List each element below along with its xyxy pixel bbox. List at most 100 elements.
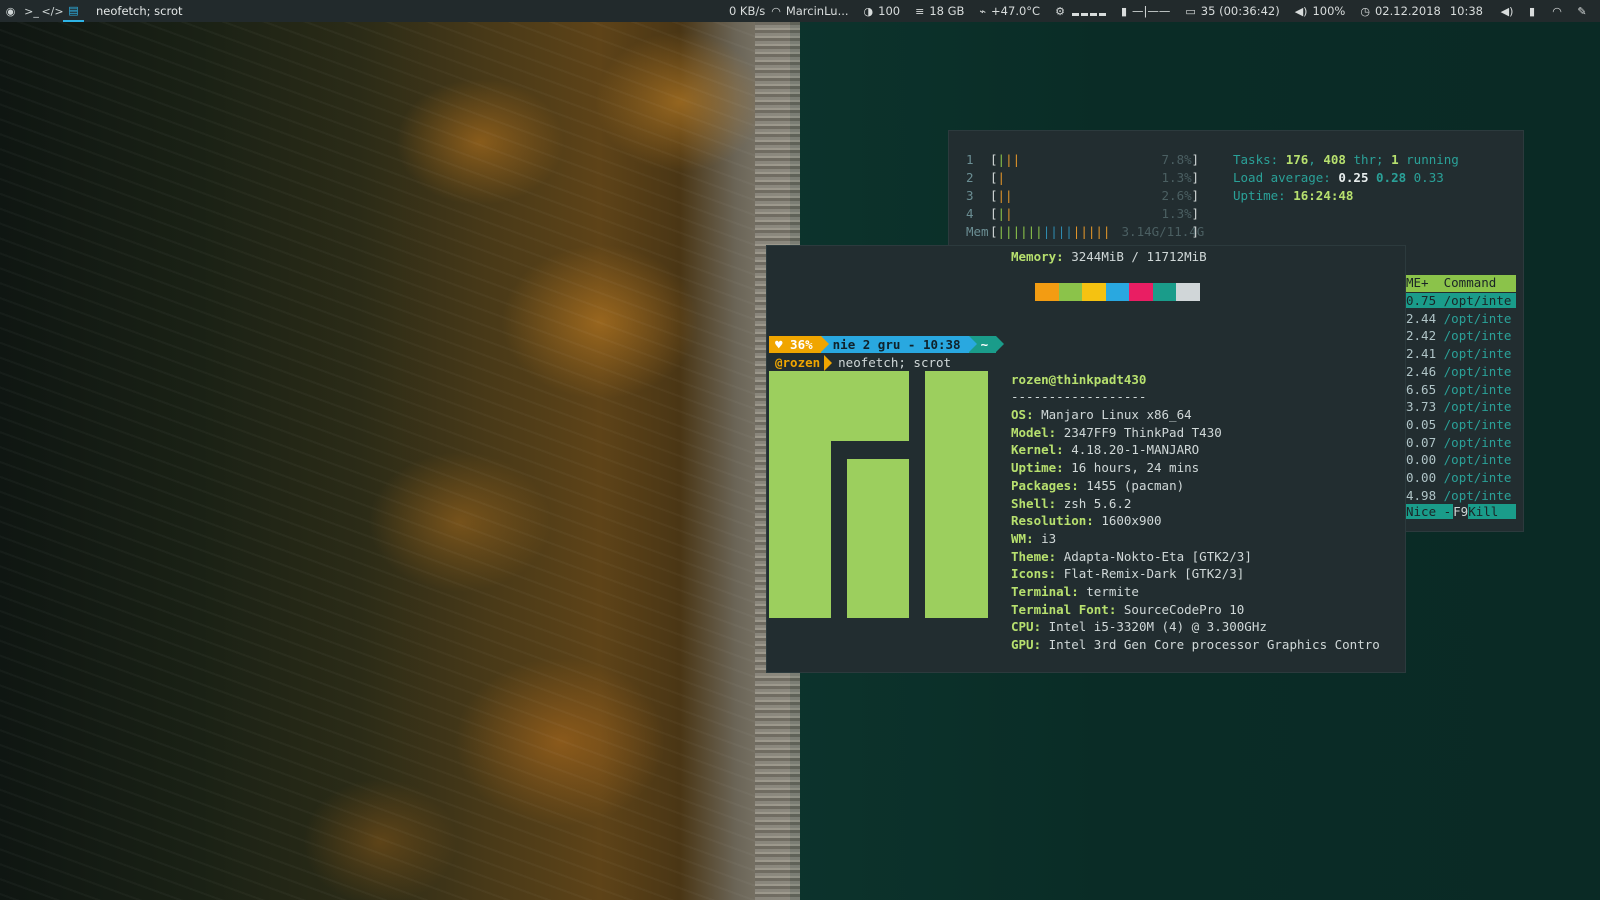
info-line: Icons: Flat-Remix-Dark [GTK2/3] [1011, 566, 1245, 582]
mem-value: 3.14G/11.4G [1121, 224, 1205, 239]
workspace-chrome[interactable]: ◉ [0, 0, 21, 22]
tray-network-icon[interactable]: ◠ [1550, 4, 1564, 18]
info-line: OS: Manjaro Linux x86_64 [1011, 407, 1192, 422]
process-row[interactable]: 4.98 /opt/inte [1406, 488, 1516, 503]
info-label: Uptime [1011, 460, 1057, 476]
logo-left-column [769, 441, 831, 618]
cpu-percent: 1.3% [1161, 170, 1192, 185]
load-line: Load average: 0.25 0.28 0.33 [1233, 170, 1444, 185]
running-label: running [1406, 152, 1459, 167]
process-row[interactable]: 6.65 /opt/inte [1406, 382, 1516, 397]
workspace-document[interactable]: ▤ [63, 0, 84, 22]
process-time: 2.44 [1406, 310, 1437, 326]
tray-volume-icon[interactable]: ◀) [1500, 4, 1514, 18]
info-label: Theme [1011, 548, 1049, 564]
command-line[interactable]: @rozen neofetch; scrot [769, 354, 951, 371]
workspace-terminal[interactable]: >_ [21, 0, 42, 22]
meter-segment: || [1005, 152, 1021, 167]
info-line: Terminal: termite [1011, 584, 1139, 599]
info-value: 4.18.20-1-MANJARO [1071, 442, 1200, 458]
process-row[interactable]: 2.41 /opt/inte [1406, 346, 1516, 361]
process-row[interactable]: 0.05 /opt/inte [1406, 417, 1516, 432]
process-time: 6.65 [1406, 381, 1437, 397]
threads-label: thr; [1353, 152, 1384, 167]
bracket-open: [ [990, 206, 998, 221]
battery-value: 35 (00:36:42) [1200, 4, 1280, 18]
palette-swatch [1152, 283, 1176, 301]
brightness-block[interactable]: ◑ 100 [864, 4, 901, 18]
process-row[interactable]: 2.46 /opt/inte [1406, 364, 1516, 379]
shell-prompt: ♥ 36% nie 2 gru - 10:38 ~ [769, 336, 1005, 353]
info-value: 16 hours, 24 mins [1071, 460, 1200, 476]
tasks-count: 176 [1285, 152, 1309, 167]
process-command: /opt/inte [1443, 487, 1512, 503]
wifi-name: MarcinLu... [785, 4, 849, 18]
info-line: CPU: Intel i5-3320M (4) @ 3.300GHz [1011, 619, 1267, 635]
bracket-close: ] [1191, 170, 1200, 185]
process-row[interactable]: 0.75 /opt/inte [1406, 293, 1516, 308]
volume-value: 100% [1312, 4, 1346, 18]
disk-icon: ≡ [915, 4, 925, 18]
wifi-block[interactable]: ◠ MarcinLu... [771, 4, 848, 18]
cpu-percent: 1.3% [1161, 206, 1192, 221]
info-value: Adapta-Nokto-Eta [GTK2/3] [1063, 548, 1252, 564]
net-speed-block: 0 KB/s [729, 4, 765, 18]
meter-segment: |||||| [997, 224, 1043, 239]
color-palette [1035, 283, 1200, 301]
volume-block[interactable]: ◀) 100% [1295, 4, 1346, 18]
mic-icon: ▮ [1120, 4, 1128, 18]
process-command: /opt/inte [1443, 381, 1512, 397]
tasks-label: Tasks: [1233, 152, 1279, 167]
temperature-block: ⌁ +47.0°C [979, 4, 1040, 18]
cpu-core-bar [1089, 13, 1097, 16]
disk-value: 18 GB [929, 4, 965, 18]
info-value: termite [1086, 584, 1139, 599]
chrome-icon: ◉ [5, 4, 16, 18]
process-row[interactable]: 2.42 /opt/inte [1406, 328, 1516, 343]
mem-bar: |||||| |||| ||||| [998, 224, 1122, 239]
info-line: Packages: 1455 (pacman) [1011, 477, 1185, 493]
kill-key-label[interactable]: Kill [1468, 504, 1517, 519]
load-1: 0.25 [1338, 170, 1369, 185]
info-label: Kernel [1011, 442, 1057, 458]
datetime-block[interactable]: ◷ 02.12.2018 10:38 [1360, 4, 1483, 18]
process-command: /opt/inte [1443, 470, 1512, 485]
logo-middle-column [847, 459, 909, 618]
info-label: Resolution [1011, 513, 1087, 529]
cpu-meter-2: 2 [| 1.3%] [966, 170, 1199, 185]
info-label: WM [1011, 530, 1027, 546]
process-row[interactable]: 0.00 /opt/inte [1406, 470, 1516, 485]
info-label: Shell [1011, 495, 1049, 511]
threads-count: 408 [1323, 152, 1346, 167]
info-line: Terminal Font: SourceCodePro 10 [1011, 601, 1245, 617]
palette-swatch [1129, 283, 1153, 301]
logo-top-bar [769, 371, 909, 441]
volume-bar-block[interactable]: ▮ —|—— [1121, 4, 1170, 18]
process-table-header[interactable]: ME+ Command [1406, 275, 1516, 292]
bracket-close: ] [1191, 152, 1200, 167]
process-row[interactable]: 0.07 /opt/inte [1406, 435, 1516, 450]
palette-swatch [1035, 283, 1059, 301]
info-label: GPU [1011, 637, 1034, 653]
terminal-window[interactable]: Memory: 3244MiB / 11712MiB ♥ 36% nie 2 g… [766, 245, 1406, 673]
cpu-core-bar [1071, 13, 1079, 16]
date-value: 02.12.2018 [1374, 4, 1441, 18]
process-row[interactable]: 0.00 /opt/inte [1406, 452, 1516, 467]
process-command: /opt/inte [1443, 363, 1512, 379]
info-line: WM: i3 [1011, 530, 1057, 546]
nice-key-label[interactable]: Nice - [1406, 504, 1454, 519]
process-row[interactable]: 3.73 /opt/inte [1406, 399, 1516, 414]
process-row[interactable]: 2.44 /opt/inte [1406, 311, 1516, 326]
uptime-value: 16:24:48 [1293, 188, 1354, 203]
bracket-close: ] [1191, 206, 1200, 221]
tray-battery-icon[interactable]: ▮ [1525, 4, 1539, 18]
cpu-core-bar [1098, 13, 1106, 16]
info-line: GPU: Intel 3rd Gen Core processor Graphi… [1011, 637, 1380, 653]
process-command: /opt/inte [1443, 434, 1512, 450]
tasks-line: Tasks: 176, 408 thr; 1 running [1233, 152, 1459, 167]
process-command: /opt/inte [1443, 293, 1512, 308]
tray-pen-icon[interactable]: ✎ [1575, 4, 1589, 18]
cpu-block: ⚙ [1055, 5, 1106, 18]
memory-label: Memory [1011, 249, 1057, 264]
workspace-code[interactable]: </> [41, 0, 63, 22]
